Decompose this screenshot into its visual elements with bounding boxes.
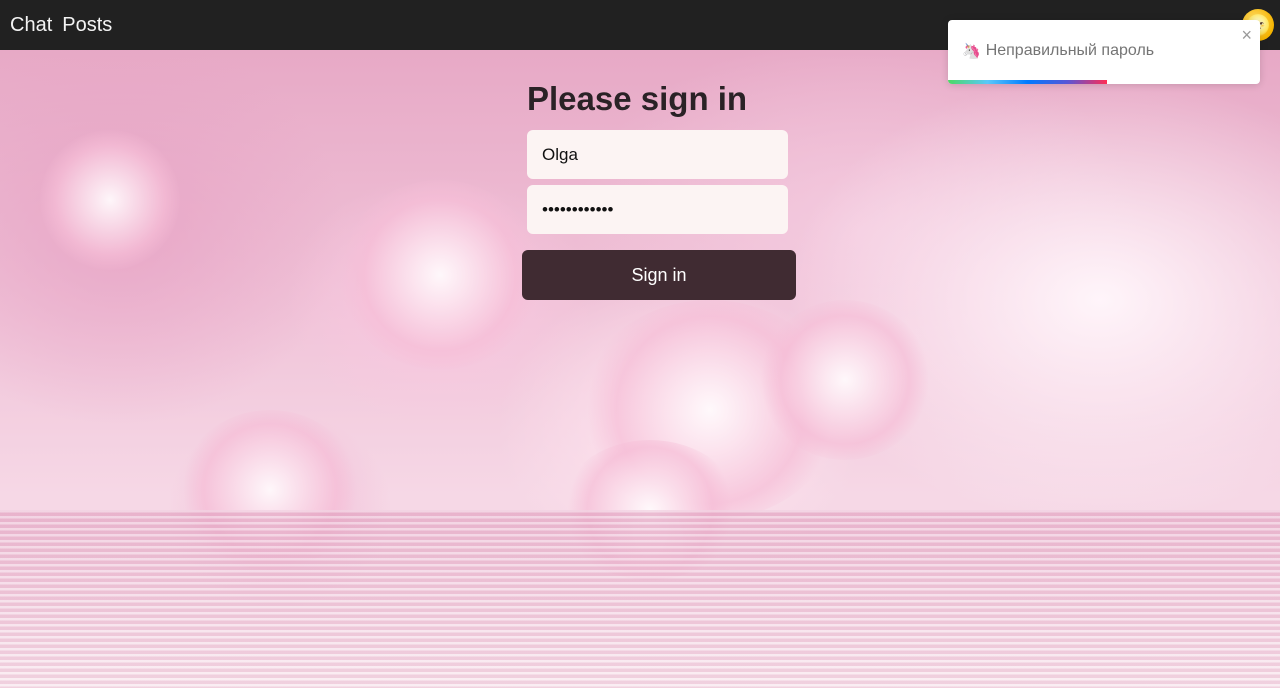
nav-chat-link[interactable]: Chat xyxy=(10,14,52,37)
password-input[interactable] xyxy=(527,185,788,234)
sign-in-form: Please sign in Sign in xyxy=(522,78,796,300)
sign-in-button[interactable]: Sign in xyxy=(522,250,796,300)
toast-progress-bar xyxy=(948,80,1108,84)
page-title: Please sign in xyxy=(527,80,748,117)
username-input[interactable] xyxy=(527,130,788,179)
toast-body: 🦄 Неправильный пароль xyxy=(962,42,1154,60)
unicorn-icon: 🦄 xyxy=(962,43,981,60)
toast-message: Неправильный пароль xyxy=(985,42,1155,59)
close-icon[interactable]: × xyxy=(1241,26,1252,44)
nav-posts-link[interactable]: Posts xyxy=(62,14,112,37)
error-toast: 🦄 Неправильный пароль × xyxy=(948,20,1260,84)
